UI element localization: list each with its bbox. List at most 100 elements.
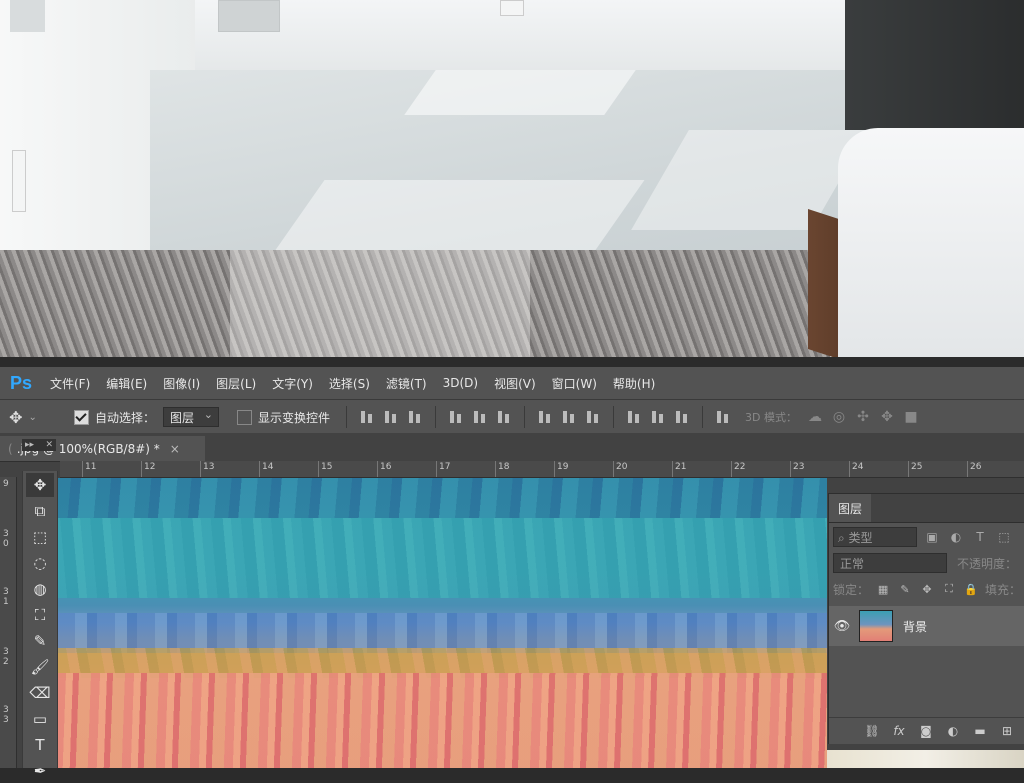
ruler-tick [672, 461, 673, 477]
auto-select-dropdown[interactable]: 图层 [163, 407, 220, 427]
adjustment-layer-icon[interactable]: ◐ [944, 722, 962, 740]
crop-tool[interactable]: ⛶ [26, 603, 54, 627]
menu-view[interactable]: 视图(V) [486, 375, 544, 392]
show-transform-checkbox[interactable] [237, 409, 253, 425]
menu-file[interactable]: 文件(F) [42, 375, 98, 392]
marquee-tool[interactable]: ⬚ [26, 525, 54, 549]
3d-roll-icon[interactable]: ◎ [830, 408, 848, 426]
ruler-tick-label: 3 2 [3, 647, 9, 667]
menu-window[interactable]: 窗口(W) [544, 375, 605, 392]
lasso-tool[interactable]: ◌ [26, 551, 54, 575]
bed [838, 128, 1024, 357]
adjustment-filter-icon[interactable]: ◐ [947, 528, 965, 546]
ruler-tick [436, 461, 437, 477]
new-layer-icon[interactable]: ⊞ [998, 722, 1016, 740]
ruler-tick [377, 461, 378, 477]
menu-select[interactable]: 选择(S) [321, 375, 378, 392]
lock-position-icon[interactable]: ✥ [919, 581, 935, 597]
move-tool[interactable]: ✥ [26, 473, 54, 497]
artboard-tool[interactable]: ⧉ [26, 499, 54, 523]
auto-select-checkbox[interactable] [74, 409, 89, 425]
3d-scale-icon[interactable]: ■ [902, 408, 920, 426]
layer-filter-row: ⌕ 类型 ▣ ◐ T ⬚ [829, 524, 1024, 550]
3d-slide-icon[interactable]: ✥ [878, 408, 896, 426]
lock-row: 锁定： ▦ ✎ ✥ ⛶ 🔒 填充： [829, 576, 1024, 602]
menu-layer[interactable]: 图层(L) [208, 375, 264, 392]
tab-layers[interactable]: 图层 [829, 494, 871, 522]
move-tool-preset-icon[interactable]: ✥ ⌄ [0, 408, 46, 427]
close-tab-icon[interactable]: × [170, 442, 180, 456]
ruler-horizontal[interactable]: 11 12 13 14 15 16 17 18 19 20 21 22 23 24 25 26 [60, 461, 1024, 478]
layer-kind-select[interactable]: ⌕ 类型 [833, 527, 917, 547]
align-right-icon[interactable] [495, 409, 513, 425]
sunlight-patch [404, 70, 636, 115]
distribute-vcenter-icon[interactable] [560, 409, 578, 425]
auto-align-icon[interactable] [714, 409, 732, 425]
toolbox-header[interactable]: ▸▸ ✕ [22, 439, 56, 451]
ruler-tick-label: 3 3 [3, 705, 9, 725]
ruler-tick-label: 15 [321, 462, 333, 472]
align-top-icon[interactable] [358, 409, 376, 425]
gradient-tool[interactable]: ▭ [26, 707, 54, 731]
distribute-bottom-icon[interactable] [584, 409, 602, 425]
ruler-tick [731, 461, 732, 477]
type-filter-icon[interactable]: T [971, 528, 989, 546]
lock-artboard-icon[interactable]: ⛶ [941, 581, 957, 597]
distribute-left-icon[interactable] [625, 409, 643, 425]
distribute-right-icon[interactable] [673, 409, 691, 425]
rug-highlight [230, 250, 530, 357]
menu-bar: Ps 文件(F) 编辑(E) 图像(I) 图层(L) 文字(Y) 选择(S) 滤… [0, 367, 1024, 399]
menu-3d[interactable]: 3D(D) [435, 376, 486, 390]
eyedropper-tool[interactable]: ✎ [26, 629, 54, 653]
menu-edit[interactable]: 编辑(E) [98, 375, 155, 392]
blend-row: 正常 不透明度： [829, 550, 1024, 576]
3d-orbit-icon[interactable]: ☁ [806, 408, 824, 426]
add-mask-icon[interactable]: ◙ [917, 722, 935, 740]
toolbox: ✥ ⧉ ⬚ ◌ ◍ ⛶ ✎ 🖌 ⌫ ▭ T ✒ [22, 471, 58, 780]
menu-help[interactable]: 帮助(H) [605, 375, 663, 392]
shape-filter-icon[interactable]: ⬚ [995, 528, 1013, 546]
lock-all-icon[interactable]: 🔒 [963, 581, 979, 597]
divider [346, 406, 348, 428]
menu-filter[interactable]: 滤镜(T) [378, 375, 435, 392]
align-hcenter-icon[interactable] [471, 409, 489, 425]
align-bottom-icon[interactable] [406, 409, 424, 425]
blend-mode-select[interactable]: 正常 [833, 553, 947, 573]
collapse-icon[interactable]: ▸▸ [25, 440, 34, 450]
menu-image[interactable]: 图像(I) [155, 375, 208, 392]
ruler-vertical[interactable]: 9 3 0 3 1 3 2 3 3 [0, 477, 17, 768]
fx-icon[interactable]: fx [890, 722, 908, 740]
visibility-eye-icon[interactable]: 👁 [829, 619, 855, 634]
ruler-tick [613, 461, 614, 477]
tab-left-edge: ( [8, 441, 13, 456]
3d-pan-icon[interactable]: ✣ [854, 408, 872, 426]
brush-tool[interactable]: 🖌 [26, 655, 54, 679]
pen-tool[interactable]: ✒ [26, 759, 54, 783]
layers-panel-tabs: 图层 [829, 494, 1024, 523]
align-left-icon[interactable] [447, 409, 465, 425]
lock-transparent-icon[interactable]: ▦ [875, 581, 891, 597]
close-icon[interactable]: ✕ [45, 440, 53, 450]
divider [702, 406, 704, 428]
ruler-tick [495, 461, 496, 477]
canvas-painting[interactable] [57, 478, 827, 768]
lock-label: 锁定： [833, 582, 870, 597]
distribute-hcenter-icon[interactable] [649, 409, 667, 425]
ruler-tick-label: 24 [852, 462, 864, 472]
new-group-icon[interactable]: ▬ [971, 722, 989, 740]
distribute-top-icon[interactable] [536, 409, 554, 425]
type-tool[interactable]: T [26, 733, 54, 757]
ruler-tick [82, 461, 83, 477]
ruler-tick-label: 25 [911, 462, 923, 472]
show-transform-label: 显示变换控件 [258, 410, 331, 425]
menu-type[interactable]: 文字(Y) [264, 375, 321, 392]
image-filter-icon[interactable]: ▣ [923, 528, 941, 546]
align-vcenter-icon[interactable] [382, 409, 400, 425]
eraser-tool[interactable]: ⌫ [26, 681, 54, 705]
layer-background[interactable]: 👁 背景 [829, 606, 1024, 646]
ruler-tick-label: 19 [557, 462, 569, 472]
lock-image-icon[interactable]: ✎ [897, 581, 913, 597]
room-photo [0, 0, 1024, 357]
link-layers-icon[interactable]: ⛓ [863, 722, 881, 740]
quick-select-tool[interactable]: ◍ [26, 577, 54, 601]
